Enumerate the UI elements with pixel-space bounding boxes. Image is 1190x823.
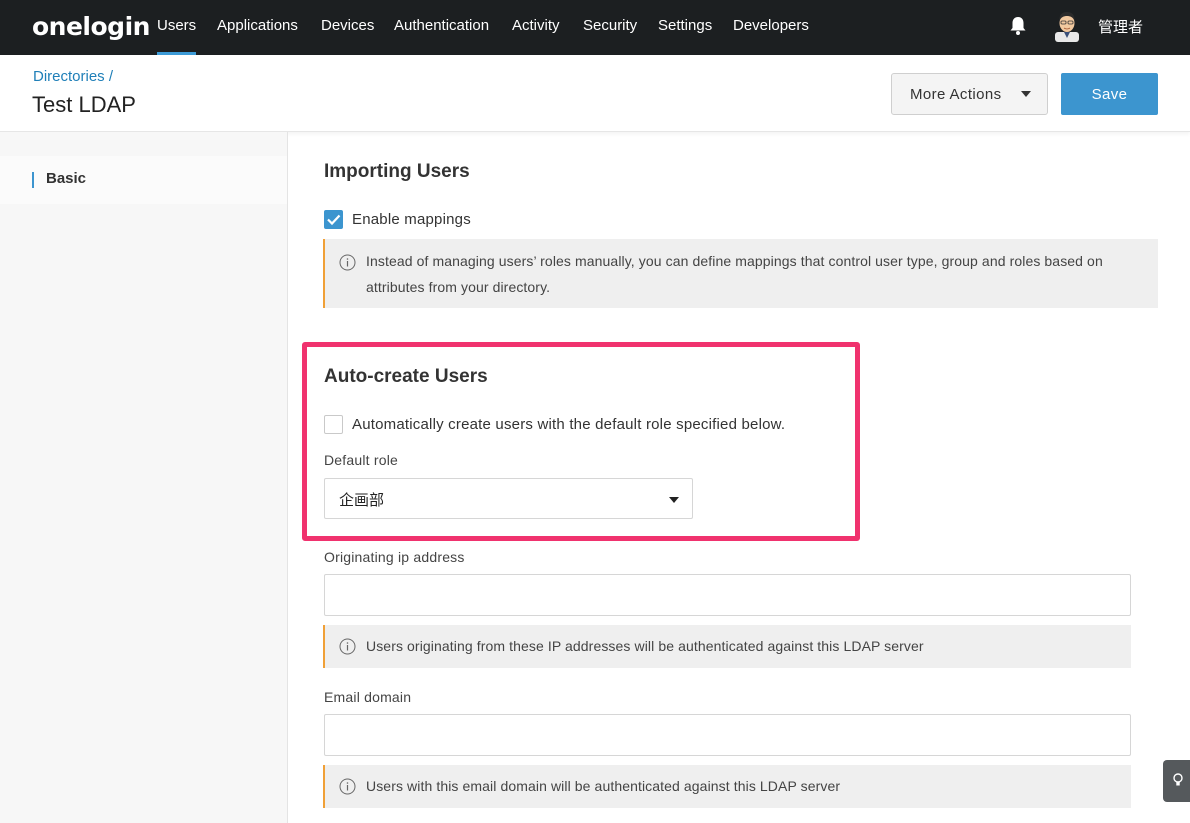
nav-applications[interactable]: Applications	[217, 0, 298, 55]
notification-bell-icon[interactable]	[1009, 16, 1027, 36]
nav-activity[interactable]: Activity	[512, 0, 560, 55]
active-indicator	[32, 172, 34, 188]
info-icon	[339, 638, 356, 655]
nav-authentication[interactable]: Authentication	[394, 0, 489, 55]
email-domain-label: Email domain	[324, 689, 412, 705]
sidebar: Basic	[0, 132, 288, 823]
originating-ip-label: Originating ip address	[324, 549, 465, 565]
save-button[interactable]: Save	[1061, 73, 1158, 115]
originating-ip-input[interactable]	[324, 574, 1131, 616]
email-domain-input[interactable]	[324, 714, 1131, 756]
email-domain-info-text: Users with this email domain will be aut…	[366, 778, 841, 794]
checkmark-icon	[327, 214, 341, 226]
help-tab[interactable]	[1163, 760, 1190, 802]
more-actions-button[interactable]: More Actions	[891, 73, 1048, 115]
mappings-info-line2: attributes from your directory.	[366, 279, 551, 295]
nav-settings[interactable]: Settings	[658, 0, 712, 55]
page-header: Directories / Test LDAP More Actions Sav…	[0, 55, 1190, 132]
nav-developers[interactable]: Developers	[733, 0, 809, 55]
mappings-info-box: Instead of managing users’ roles manuall…	[323, 239, 1158, 308]
top-navbar: onelogin Users Applications Devices Auth…	[0, 0, 1190, 55]
user-avatar[interactable]	[1053, 10, 1081, 42]
enable-mappings-label[interactable]: Enable mappings	[352, 211, 471, 228]
onelogin-logo[interactable]: onelogin	[32, 12, 150, 41]
lightbulb-icon	[1173, 773, 1183, 786]
nav-security[interactable]: Security	[583, 0, 637, 55]
sidebar-item-basic[interactable]: Basic	[0, 156, 287, 204]
enable-mappings-checkbox[interactable]	[324, 210, 343, 229]
mappings-info-line1: Instead of managing users’ roles manuall…	[366, 253, 1103, 269]
breadcrumb-directories[interactable]: Directories /	[33, 68, 113, 85]
highlight-annotation-box	[302, 342, 860, 541]
email-domain-info-box: Users with this email domain will be aut…	[323, 765, 1131, 808]
sidebar-item-label: Basic	[46, 170, 87, 187]
info-icon	[339, 254, 356, 271]
originating-ip-info-box: Users originating from these IP addresse…	[323, 625, 1131, 668]
info-icon	[339, 778, 356, 795]
nav-devices[interactable]: Devices	[321, 0, 374, 55]
user-name[interactable]: 管理者	[1098, 16, 1143, 37]
nav-users[interactable]: Users	[157, 0, 197, 55]
importing-users-title: Importing Users	[324, 161, 470, 182]
originating-ip-info-text: Users originating from these IP addresse…	[366, 638, 924, 654]
page-title: Test LDAP	[32, 92, 136, 117]
chevron-down-icon	[1021, 91, 1031, 97]
more-actions-label: More Actions	[910, 85, 1002, 103]
